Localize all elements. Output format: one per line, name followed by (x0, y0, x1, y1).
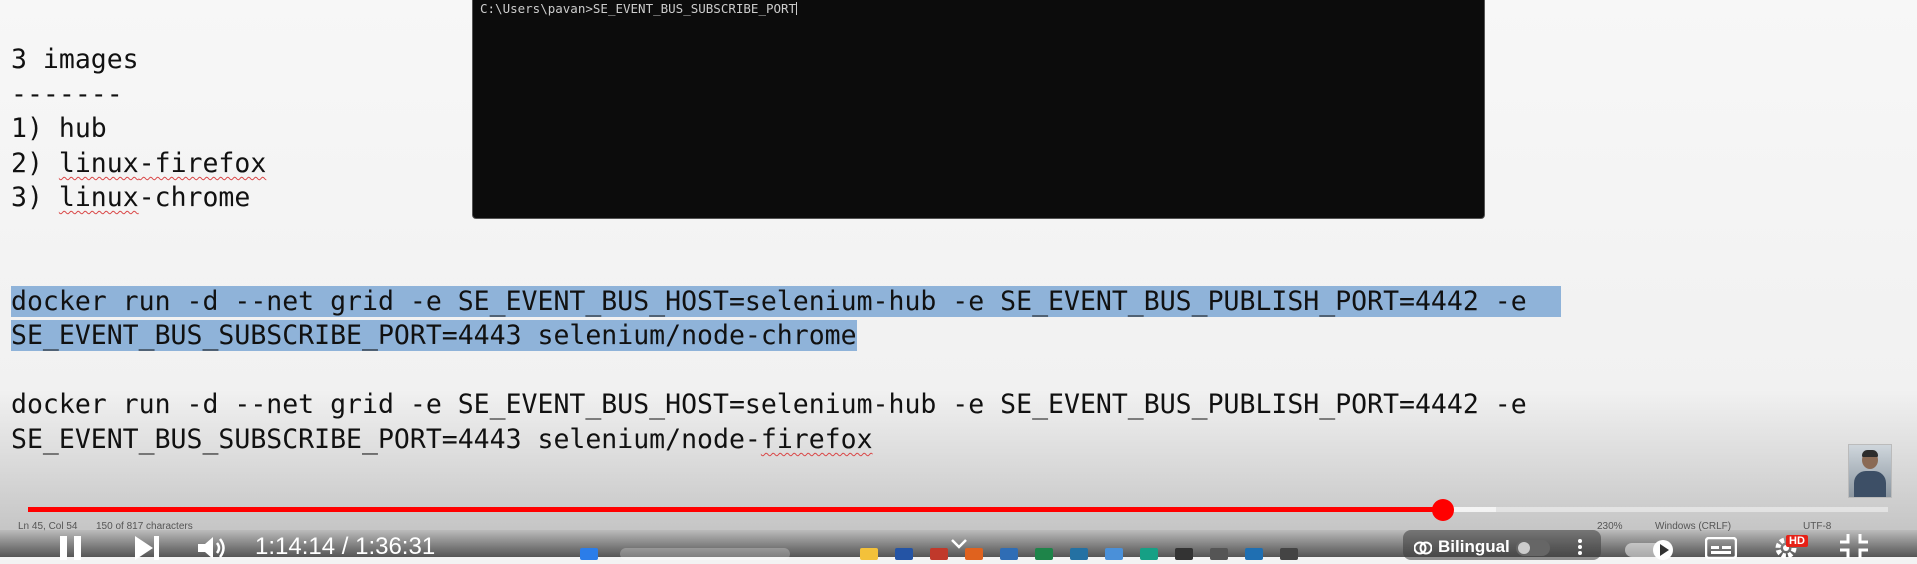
app-icon[interactable] (1245, 548, 1263, 560)
app-icon[interactable] (965, 548, 983, 560)
selected-command-line: docker run -d --net grid -e SE_EVENT_BUS… (11, 285, 1561, 319)
selection: docker run -d --net grid -e SE_EVENT_BUS… (11, 286, 1561, 317)
file-explorer-icon[interactable] (860, 548, 878, 560)
video-progress-bar[interactable] (28, 507, 1888, 512)
app-icon[interactable] (1210, 548, 1228, 560)
terminal-input[interactable]: SE_EVENT_BUS_SUBSCRIBE_PORT (593, 1, 796, 16)
list-prefix: 2) (11, 148, 59, 179)
text-cursor (796, 2, 797, 15)
terminal-line: C:\Users\pavan>SE_EVENT_BUS_SUBSCRIBE_PO… (480, 1, 797, 16)
volume-icon[interactable] (198, 536, 228, 564)
command-prompt-window[interactable]: C:\Users\pavan>SE_EVENT_BUS_SUBSCRIBE_PO… (472, 0, 1485, 219)
presenter-hair (1862, 450, 1878, 457)
excel-icon[interactable] (1035, 548, 1053, 560)
app-icon[interactable] (1175, 548, 1193, 560)
command-text: SE_EVENT_BUS_SUBSCRIBE_PORT=4443 seleniu… (11, 424, 761, 455)
list-word: hub (59, 113, 107, 144)
hd-badge: HD (1786, 535, 1808, 547)
command-line: SE_EVENT_BUS_SUBSCRIBE_PORT=4443 seleniu… (11, 423, 873, 457)
spellcheck-word: -firefox (139, 148, 267, 179)
progress-scrubber[interactable] (1432, 499, 1454, 521)
spellcheck-word: linux (59, 182, 139, 213)
word-icon[interactable] (895, 548, 913, 560)
brain-icon (1414, 540, 1432, 560)
start-icon[interactable] (580, 548, 598, 560)
current-time: 1:14:14 (255, 533, 335, 560)
selection: SE_EVENT_BUS_SUBSCRIBE_PORT=4443 seleniu… (11, 320, 857, 351)
selected-command-line: SE_EVENT_BUS_SUBSCRIBE_PORT=4443 seleniu… (11, 319, 857, 353)
list-rest: -chrome (139, 182, 251, 213)
text-line: 3) linux-chrome (11, 181, 250, 215)
app-icon[interactable] (1105, 548, 1123, 560)
mail-icon[interactable] (930, 548, 948, 560)
app-icon[interactable] (1280, 548, 1298, 560)
text-line: ------- (11, 78, 123, 112)
edge-icon[interactable] (1000, 548, 1018, 560)
presenter-body (1854, 471, 1886, 497)
presenter-thumbnail (1848, 444, 1892, 498)
list-prefix: 1) (11, 113, 59, 144)
pause-icon[interactable] (58, 536, 84, 564)
time-separator: / (335, 533, 355, 560)
command-line: docker run -d --net grid -e SE_EVENT_BUS… (11, 388, 1527, 422)
bilingual-label: Bilingual (1438, 537, 1510, 557)
subtitles-icon[interactable] (1705, 537, 1737, 563)
bilingual-switch[interactable] (1516, 540, 1550, 556)
autoplay-icon[interactable] (1625, 540, 1683, 564)
progress-played (28, 507, 1443, 512)
app-icon[interactable] (1140, 548, 1158, 560)
text-line: 1) hub (11, 112, 107, 146)
outlook-icon[interactable] (1070, 548, 1088, 560)
spellcheck-word: firefox (761, 424, 873, 455)
text-line: 2) linux-firefox (11, 147, 266, 181)
exit-fullscreen-icon[interactable] (1840, 534, 1868, 562)
spellcheck-word: linux (59, 148, 139, 179)
text-line: 3 images (11, 43, 139, 77)
next-icon[interactable] (133, 536, 161, 564)
terminal-prompt: C:\Users\pavan> (480, 1, 593, 16)
duration: 1:36:31 (355, 533, 435, 560)
search-box-icon[interactable] (620, 548, 790, 560)
list-prefix: 3) (11, 182, 59, 213)
